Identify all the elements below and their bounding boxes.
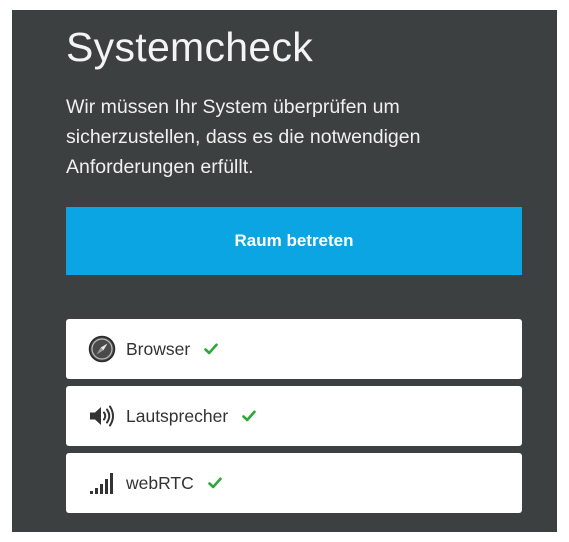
check-item-speaker: Lautsprecher xyxy=(66,386,522,446)
check-item-browser: Browser xyxy=(66,319,522,379)
signal-bars-icon xyxy=(88,469,116,497)
systemcheck-panel: Systemcheck Wir müssen Ihr System überpr… xyxy=(12,10,557,532)
checkmark-icon xyxy=(207,477,222,489)
compass-icon xyxy=(88,335,116,363)
page-title: Systemcheck xyxy=(66,24,314,70)
check-label-webrtc: webRTC xyxy=(126,472,194,493)
check-label-browser: Browser xyxy=(126,338,191,359)
speaker-icon xyxy=(88,402,116,430)
check-item-webrtc: webRTC xyxy=(66,453,522,513)
check-label-speaker: Lautsprecher xyxy=(126,405,229,426)
join-room-button[interactable]: Raum betreten xyxy=(66,207,522,275)
check-list: Browser Lautsprecher webRTC xyxy=(66,319,522,520)
checkmark-icon xyxy=(204,343,218,355)
page-description: Wir müssen Ihr System überprüfen um sich… xyxy=(66,96,421,178)
checkmark-icon xyxy=(242,410,256,422)
